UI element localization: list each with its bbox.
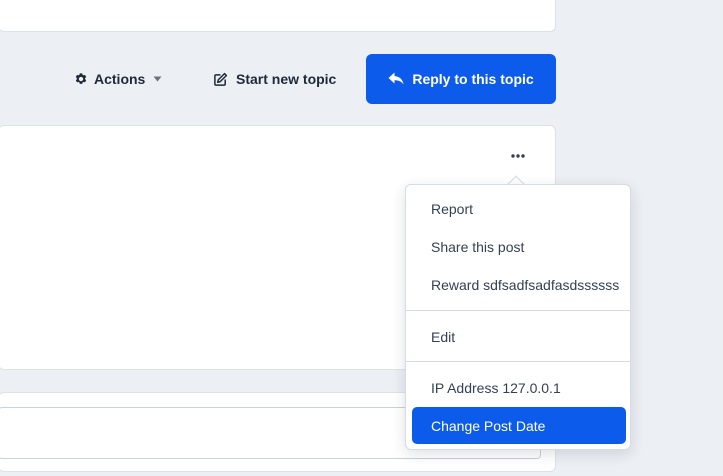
menu-item-edit[interactable]: Edit [412,319,626,355]
menu-item-label: Change Post Date [431,417,546,434]
menu-item-ip-address[interactable]: IP Address 127.0.0.1 [412,370,626,406]
menu-divider [406,361,630,362]
menu-item-label: Reward sdfsadfsadfasdssssss [431,277,620,293]
menu-item-change-post-date[interactable]: Change Post Date [412,407,626,444]
menu-item-label: Edit [431,329,456,345]
menu-item-report[interactable]: Report [412,191,626,227]
menu-item-label: Report [431,201,474,217]
caret-down-icon [153,76,162,82]
topic-toolbar: Actions Start new topic Reply to this to… [0,54,556,104]
post-options-menu: Report Share this post Reward sdfsadfsad… [405,184,631,450]
previous-card [0,0,556,32]
menu-divider [406,310,630,311]
reply-label: Reply to this topic [412,71,534,87]
menu-item-label: Share this post [431,239,525,255]
reply-to-topic-button[interactable]: Reply to this topic [366,54,556,104]
start-new-topic-label: Start new topic [236,71,337,87]
gear-icon [74,72,88,86]
ellipsis-icon [511,154,525,158]
menu-item-reward[interactable]: Reward sdfsadfsadfasdssssss [412,267,626,303]
actions-label: Actions [94,71,146,87]
edit-icon [213,72,228,87]
menu-item-share-post[interactable]: Share this post [412,229,626,265]
reply-arrow-icon [388,72,404,86]
menu-item-label: IP Address 127.0.0.1 [431,380,561,396]
start-new-topic-button[interactable]: Start new topic [213,54,336,104]
actions-button[interactable]: Actions [74,54,162,104]
post-options-button[interactable] [506,147,530,165]
